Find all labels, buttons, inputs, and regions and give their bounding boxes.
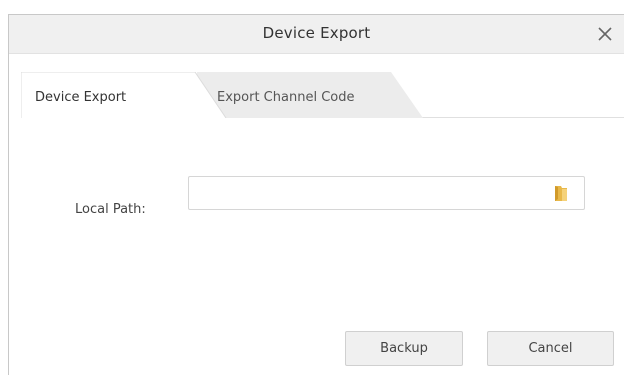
local-path-input[interactable] <box>188 176 585 210</box>
dialog-title: Device Export <box>262 24 371 42</box>
close-icon[interactable] <box>594 23 616 45</box>
tab-device-export-label: Device Export <box>35 90 127 105</box>
cancel-button[interactable]: Cancel <box>487 331 614 366</box>
local-path-label: Local Path: <box>75 202 146 217</box>
folder-icon[interactable] <box>552 183 570 203</box>
tab-export-channel-code-label: Export Channel Code <box>217 90 355 105</box>
tab-export-channel-code[interactable]: Export Channel Code <box>197 72 429 118</box>
tab-device-export[interactable]: Device Export <box>21 72 227 118</box>
tab-bar: Export Channel Code Device Export <box>21 72 624 118</box>
backup-button[interactable]: Backup <box>345 331 463 366</box>
dialog-titlebar[interactable]: Device Export <box>9 15 624 54</box>
device-export-dialog: Device Export Export Channel Code Device… <box>8 14 624 375</box>
